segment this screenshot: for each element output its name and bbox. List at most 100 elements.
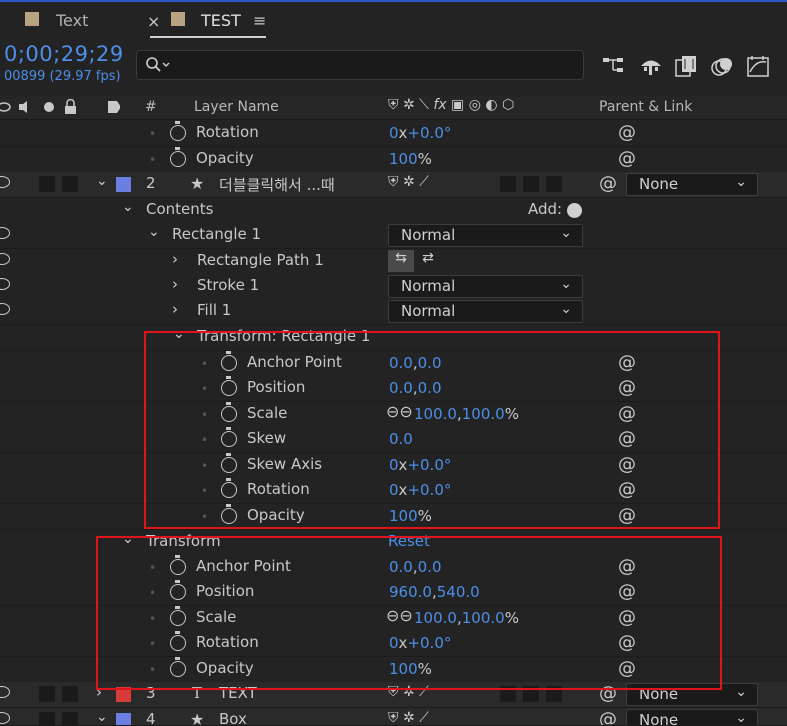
solo-switch[interactable] [39, 686, 55, 702]
pick-whip-icon[interactable]: @ [618, 377, 636, 398]
stopwatch-icon[interactable] [170, 631, 186, 651]
chevron-down-icon[interactable]: ⌄ [173, 326, 185, 342]
stopwatch-icon[interactable] [170, 580, 186, 600]
position-value[interactable]: 0.0,0.0 [389, 379, 442, 397]
visibility-eye-icon[interactable] [0, 303, 10, 315]
stopwatch-icon[interactable] [221, 402, 237, 422]
motion-blur-icon[interactable] [710, 55, 736, 77]
switch-box[interactable] [546, 176, 562, 192]
path-direction-reverse-icon[interactable]: ⇄ [416, 250, 440, 272]
anchor-point-value[interactable]: 0.0,0.0 [389, 354, 442, 372]
lock-switch[interactable] [62, 176, 78, 192]
chevron-right-icon[interactable]: › [172, 250, 178, 268]
stopwatch-icon[interactable] [170, 147, 186, 167]
stopwatch-icon[interactable] [221, 351, 237, 371]
pick-whip-icon[interactable]: @ [618, 122, 636, 143]
chevron-down-icon[interactable]: ⌄ [96, 709, 108, 725]
layer-name[interactable]: Box [219, 710, 247, 725]
skew-axis-value[interactable]: 0x+0.0° [389, 456, 451, 474]
chevron-right-icon[interactable]: › [172, 300, 178, 318]
switch-box[interactable] [500, 686, 516, 702]
shy-layers-icon[interactable] [638, 55, 664, 77]
visibility-eye-icon[interactable] [0, 253, 10, 265]
label-color-swatch[interactable] [116, 713, 131, 725]
chevron-down-icon[interactable]: ⌄ [96, 173, 108, 189]
stopwatch-icon[interactable] [170, 121, 186, 141]
anchor-point-value[interactable]: 0.0,0.0 [389, 558, 442, 576]
graph-editor-icon[interactable] [746, 54, 772, 78]
pick-whip-icon[interactable]: @ [618, 479, 636, 500]
blend-mode-dropdown[interactable]: Normal ⌄ [388, 300, 583, 323]
visibility-eye-icon[interactable] [0, 176, 10, 188]
constrain-proportions-icon[interactable]: ⊖⊖ [386, 402, 413, 421]
close-icon[interactable]: × [147, 12, 160, 31]
layer-row-2[interactable]: ⌄ 2 ★ 더블클릭해서 ...때 ⛨ ✲ ⟋ @ None ⌄ [0, 172, 787, 198]
stopwatch-icon[interactable] [170, 555, 186, 575]
layer-switches[interactable]: ⛨ ✲ ⟋ [388, 684, 429, 700]
layer-name[interactable]: 더블클릭해서 ...때 [219, 174, 335, 195]
constrain-proportions-icon[interactable]: ⊖⊖ [386, 606, 413, 625]
scale-value[interactable]: 100.0,100.0% [414, 609, 519, 627]
header-layer-name[interactable]: Layer Name [194, 99, 279, 115]
lock-switch[interactable] [62, 712, 78, 725]
composition-flowchart-icon[interactable] [602, 55, 628, 77]
reset-link[interactable]: Reset [388, 532, 430, 550]
visibility-eye-icon[interactable] [0, 686, 10, 698]
stopwatch-icon[interactable] [170, 657, 186, 677]
chevron-down-icon[interactable]: ⌄ [122, 531, 134, 547]
solo-switch[interactable] [39, 712, 55, 725]
pick-whip-icon[interactable]: @ [618, 352, 636, 373]
pick-whip-icon[interactable]: @ [618, 148, 636, 169]
header-parent-link[interactable]: Parent & Link [599, 99, 692, 115]
pick-whip-icon[interactable]: @ [618, 556, 636, 577]
layer-row-4[interactable]: ⌄ 4 ★ Box ⛨ ✲ ⟋ @ None ⌄ [0, 708, 787, 726]
opacity-value[interactable]: 100% [389, 150, 432, 168]
label-color-swatch[interactable] [116, 687, 131, 702]
parent-dropdown[interactable]: None ⌄ [626, 173, 758, 196]
chevron-right-icon[interactable]: › [172, 275, 178, 293]
path-direction-icon[interactable]: ⇆ [388, 250, 414, 272]
skew-value[interactable]: 0.0 [389, 430, 413, 448]
pick-whip-icon[interactable]: @ [618, 505, 636, 526]
pick-whip-icon[interactable]: @ [599, 709, 617, 725]
parent-dropdown[interactable]: None ⌄ [626, 683, 758, 706]
blend-mode-dropdown[interactable]: Normal ⌄ [388, 275, 583, 298]
layer-switches[interactable]: ⛨ ✲ ⟋ [388, 710, 429, 725]
stopwatch-icon[interactable] [170, 606, 186, 626]
layer-switches[interactable]: ⛨ ✲ ⟋ [388, 174, 429, 190]
pick-whip-icon[interactable]: @ [618, 632, 636, 653]
lock-switch[interactable] [62, 686, 78, 702]
tab-text[interactable]: Text [56, 11, 88, 30]
position-value[interactable]: 960.0,540.0 [389, 583, 480, 601]
stopwatch-icon[interactable] [221, 427, 237, 447]
current-time-display[interactable]: 0;00;29;29 [4, 42, 124, 66]
layer-row-3[interactable]: › 3 T TEXT ⛨ ✲ ⟋ @ None ⌄ [0, 682, 787, 708]
panel-menu-icon[interactable]: ≡ [253, 11, 266, 30]
rotation-value[interactable]: 0x+0.0° [389, 481, 451, 499]
blend-mode-dropdown[interactable]: Normal ⌄ [388, 224, 583, 247]
label-color-swatch[interactable] [116, 177, 131, 192]
switch-box[interactable] [500, 176, 516, 192]
stopwatch-icon[interactable] [221, 453, 237, 473]
rotation-value[interactable]: 0x+0.0° [389, 634, 451, 652]
add-menu-button[interactable] [567, 203, 582, 218]
pick-whip-icon[interactable]: @ [618, 454, 636, 475]
switch-box[interactable] [546, 686, 562, 702]
stopwatch-icon[interactable] [221, 376, 237, 396]
layer-name[interactable]: TEXT [219, 684, 257, 702]
solo-switch[interactable] [39, 176, 55, 192]
visibility-eye-icon[interactable] [0, 227, 10, 239]
frame-blending-icon[interactable] [674, 54, 700, 78]
pick-whip-icon[interactable]: @ [599, 173, 617, 194]
stopwatch-icon[interactable] [221, 478, 237, 498]
pick-whip-icon[interactable]: @ [599, 683, 617, 704]
opacity-value[interactable]: 100% [389, 660, 432, 678]
pick-whip-icon[interactable]: @ [618, 428, 636, 449]
rotation-value[interactable]: 0x+0.0° [389, 124, 451, 142]
scale-value[interactable]: 100.0,100.0% [414, 405, 519, 423]
chevron-right-icon[interactable]: › [96, 683, 102, 701]
visibility-eye-icon[interactable] [0, 712, 10, 724]
search-input[interactable] [136, 50, 584, 80]
opacity-value[interactable]: 100% [389, 507, 432, 525]
switch-box[interactable] [523, 176, 539, 192]
